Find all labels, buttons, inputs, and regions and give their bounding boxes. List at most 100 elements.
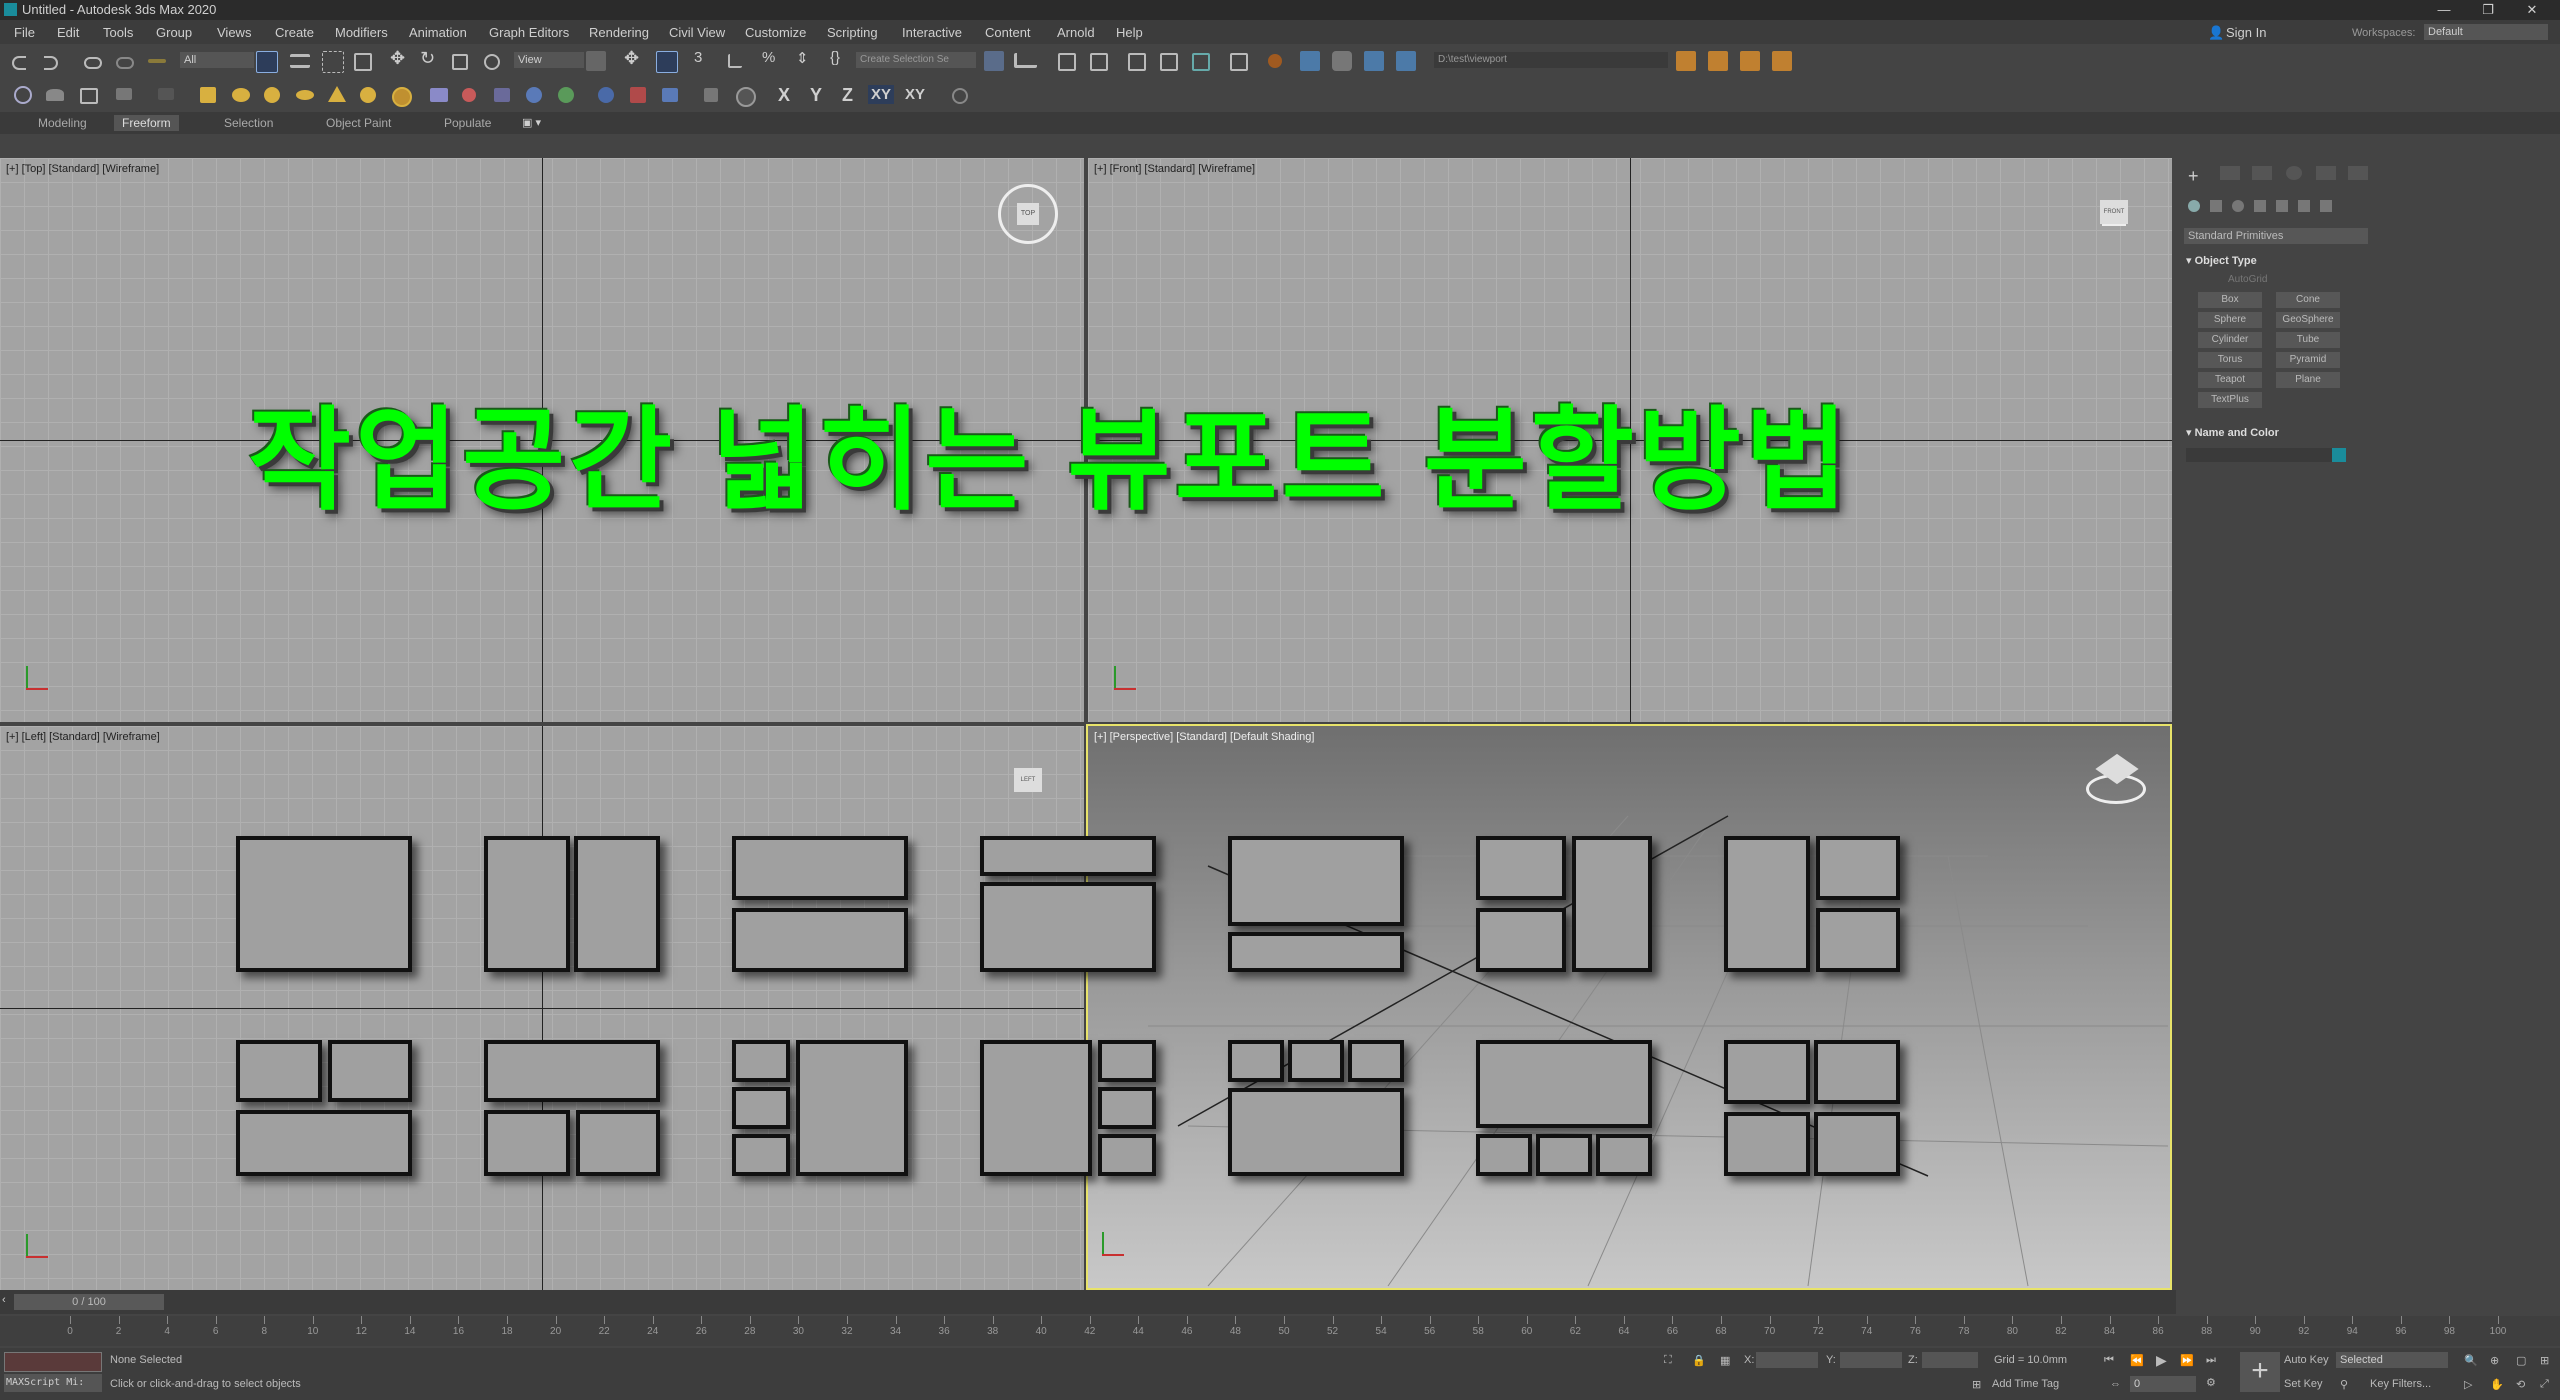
- axis-constraint-x[interactable]: X: [778, 85, 790, 106]
- menu-tools[interactable]: Tools: [103, 25, 133, 40]
- menu-group[interactable]: Group: [156, 25, 192, 40]
- open-folder-icon[interactable]: [1708, 51, 1728, 71]
- tab-object-paint[interactable]: Object Paint: [318, 115, 399, 131]
- viewport-label-perspective[interactable]: [+] [Perspective] [Standard] [Default Sh…: [1094, 731, 1314, 743]
- track-bar[interactable]: 0 2 4 6 8 10 12 14 16 18 20 22 24 26 28 30 32 34 36 38 40 42 4…: [0, 1316, 2560, 1346]
- percent-snap-icon[interactable]: %: [762, 49, 782, 69]
- key-selection-dropdown[interactable]: Selected: [2336, 1352, 2448, 1368]
- rectangular-selection-icon[interactable]: [322, 51, 344, 73]
- shapes-icon[interactable]: [2210, 200, 2222, 212]
- next-frame-icon[interactable]: ⏩: [2180, 1354, 2194, 1367]
- time-slider[interactable]: 0 / 100: [14, 1294, 164, 1310]
- viewport-label-top[interactable]: [+] [Top] [Standard] [Wireframe]: [6, 163, 159, 175]
- box-primitive-icon[interactable]: [200, 87, 216, 103]
- light-icon[interactable]: [736, 87, 756, 107]
- textplus-button[interactable]: TextPlus: [2198, 392, 2262, 408]
- camera-icon[interactable]: [116, 88, 132, 100]
- auto-key-button[interactable]: Auto Key: [2284, 1354, 2329, 1366]
- snaps-toggle-icon[interactable]: 3: [694, 49, 714, 69]
- utilities-tab-icon[interactable]: [2348, 166, 2368, 180]
- object-name-input[interactable]: [2186, 448, 2342, 462]
- previous-frame-icon[interactable]: ⏪: [2130, 1354, 2144, 1367]
- primitives-dropdown[interactable]: Standard Primitives: [2184, 228, 2368, 244]
- torus-button[interactable]: Torus: [2198, 352, 2262, 368]
- render-production-icon[interactable]: [1332, 51, 1352, 71]
- menu-arnold[interactable]: Arnold: [1057, 25, 1095, 40]
- viewport-perspective[interactable]: [+] [Perspective] [Standard] [Default Sh…: [1086, 724, 2172, 1290]
- isolate-selection-icon[interactable]: ⛶: [1664, 1354, 1672, 1367]
- hide-icon[interactable]: [158, 88, 174, 100]
- selection-filter-dropdown[interactable]: All: [180, 52, 254, 68]
- curve-editor-icon[interactable]: [1160, 53, 1178, 71]
- mirror-icon[interactable]: [984, 51, 1004, 71]
- menu-customize[interactable]: Customize: [745, 25, 806, 40]
- sphere-render-icon[interactable]: [598, 87, 614, 103]
- scale-icon[interactable]: [452, 54, 468, 70]
- time-config-icon[interactable]: ⚙: [2206, 1376, 2216, 1389]
- menu-views[interactable]: Views: [217, 25, 251, 40]
- viewport-left[interactable]: [+] [Left] [Standard] [Wireframe] LEFT: [0, 726, 1084, 1290]
- cone-button[interactable]: Cone: [2276, 292, 2340, 308]
- geosphere-button[interactable]: GeoSphere: [2276, 312, 2340, 328]
- menu-graph-editors[interactable]: Graph Editors: [489, 25, 569, 40]
- teapot-icon[interactable]: [558, 87, 574, 103]
- time-tag-icon[interactable]: ⊞: [1972, 1378, 1981, 1391]
- tab-modeling[interactable]: Modeling: [30, 115, 95, 131]
- menu-content[interactable]: Content: [985, 25, 1031, 40]
- play-icon[interactable]: ▶: [2156, 1352, 2167, 1369]
- pan-icon[interactable]: ✋: [2490, 1378, 2504, 1391]
- tab-freeform[interactable]: Freeform: [114, 115, 179, 131]
- axis-constraint-y[interactable]: Y: [810, 85, 822, 106]
- sign-in-button[interactable]: Sign In: [2226, 25, 2266, 40]
- boolean-icon[interactable]: [494, 88, 510, 102]
- toggle-scene-explorer-icon[interactable]: [1058, 53, 1076, 71]
- cylinder-button[interactable]: Cylinder: [2198, 332, 2262, 348]
- select-object-icon[interactable]: [256, 51, 278, 73]
- helpers-icon[interactable]: [2276, 200, 2288, 212]
- keyboard-shortcut-override-icon[interactable]: [656, 51, 678, 73]
- globe-icon[interactable]: [526, 87, 542, 103]
- workspace-dropdown[interactable]: Default: [2424, 24, 2548, 40]
- viewport-label-front[interactable]: [+] [Front] [Standard] [Wireframe]: [1094, 163, 1255, 175]
- z-coord-input[interactable]: [1922, 1352, 1978, 1368]
- x-coord-input[interactable]: [1756, 1352, 1818, 1368]
- bind-spacewarp-icon[interactable]: [148, 59, 166, 63]
- rotate-icon[interactable]: ↻: [420, 48, 440, 68]
- torus-primitive-icon[interactable]: [296, 90, 314, 100]
- menu-create[interactable]: Create: [275, 25, 314, 40]
- menu-file[interactable]: File: [14, 25, 35, 40]
- edit-named-selection-icon[interactable]: {}: [830, 49, 850, 69]
- plane-button[interactable]: Plane: [2276, 372, 2340, 388]
- menu-rendering[interactable]: Rendering: [589, 25, 649, 40]
- display-tab-icon[interactable]: [2316, 166, 2336, 180]
- teapot-button[interactable]: Teapot: [2198, 372, 2262, 388]
- menu-help[interactable]: Help: [1116, 25, 1143, 40]
- schematic-view-icon[interactable]: [1192, 53, 1210, 71]
- tab-populate[interactable]: Populate: [436, 115, 499, 131]
- close-button[interactable]: ✕: [2510, 0, 2554, 20]
- toggle-ribbon-icon[interactable]: [1128, 53, 1146, 71]
- cone-primitive-icon[interactable]: [328, 86, 346, 102]
- pivot-center-icon[interactable]: [586, 51, 606, 71]
- save-folder-icon[interactable]: [1740, 51, 1760, 71]
- named-selection-set-dropdown[interactable]: Create Selection Se: [856, 52, 976, 68]
- maxscript-listener-input[interactable]: [4, 1352, 102, 1372]
- time-prev-arrow[interactable]: ‹: [2, 1294, 6, 1306]
- sphere-button[interactable]: Sphere: [2198, 312, 2262, 328]
- geometry-icon[interactable]: [2188, 200, 2200, 212]
- menu-interactive[interactable]: Interactive: [902, 25, 962, 40]
- axis-constraint-xy[interactable]: XY: [868, 85, 895, 104]
- viewcube-front-icon[interactable]: FRONT: [2100, 200, 2128, 224]
- undo-icon[interactable]: [12, 56, 26, 70]
- select-manipulate-icon[interactable]: ✥: [624, 48, 644, 68]
- color-palette-icon[interactable]: [630, 87, 646, 103]
- tab-selection[interactable]: Selection: [216, 115, 281, 131]
- viewcube-face[interactable]: TOP: [1017, 203, 1039, 225]
- autogrid-checkbox[interactable]: AutoGrid: [2228, 274, 2267, 285]
- sync-icon[interactable]: [952, 88, 968, 104]
- viewcube-left-icon[interactable]: LEFT: [1014, 768, 1042, 792]
- motion-tab-icon[interactable]: [2286, 166, 2302, 180]
- maxscript-mini-listener[interactable]: MAXScript Mi:: [4, 1374, 102, 1392]
- y-coord-input[interactable]: [1840, 1352, 1902, 1368]
- viewcube-compass-icon[interactable]: TOP: [998, 184, 1058, 244]
